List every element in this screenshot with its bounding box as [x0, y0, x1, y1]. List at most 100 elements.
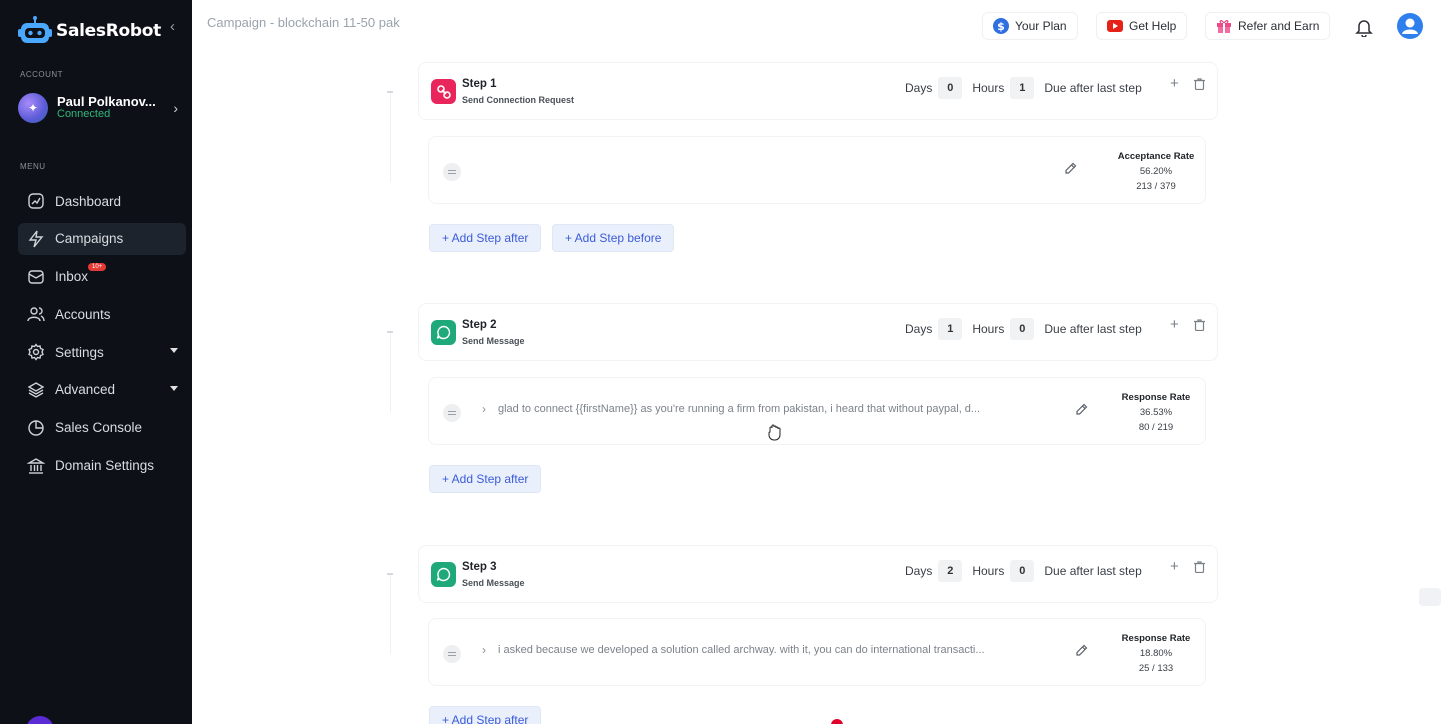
caret-down-icon [170, 385, 178, 391]
add-step-after-button[interactable]: + Add Step after [429, 706, 542, 724]
add-step-before-button[interactable]: + Add Step before [552, 224, 675, 252]
your-plan-button[interactable]: $ Your Plan [982, 12, 1078, 40]
trash-icon[interactable] [1194, 318, 1205, 336]
pie-chart-icon [26, 418, 46, 438]
lightning-icon [26, 229, 46, 249]
step-1-message-card: Acceptance Rate 56.20% 213 / 379 [428, 136, 1206, 204]
user-profile-icon[interactable] [1397, 13, 1423, 39]
chevron-right-icon[interactable]: › [482, 402, 486, 416]
dashboard-icon [26, 191, 46, 211]
days-input[interactable]: 0 [938, 77, 963, 99]
rate-label: Response Rate [1121, 633, 1191, 644]
message-preview[interactable]: i asked because we developed a solution … [498, 644, 1063, 656]
sidebar-item-accounts[interactable]: Accounts [18, 298, 186, 330]
due-label: Due after last step [1044, 322, 1142, 336]
drag-handle-icon[interactable] [443, 404, 461, 422]
message-bubble-icon [431, 320, 456, 345]
days-input[interactable]: 1 [938, 318, 963, 340]
due-label: Due after last step [1044, 81, 1142, 95]
hours-label: Hours [972, 322, 1005, 336]
sidebar-item-settings[interactable]: Settings [18, 336, 186, 368]
rate-ratio: 80 / 219 [1138, 422, 1174, 433]
step-2-message-card: › glad to connect {{firstName}} as you'r… [428, 377, 1206, 445]
message-preview[interactable]: glad to connect {{firstName}} as you're … [498, 403, 1063, 415]
sidebar-item-label: Domain Settings [55, 458, 155, 474]
trash-icon[interactable] [1194, 560, 1205, 578]
step-subtitle: Send Message [462, 336, 525, 346]
days-label: Days [905, 564, 933, 578]
link-icon [431, 79, 456, 104]
add-icon[interactable]: + [1170, 558, 1179, 575]
add-step-after-button[interactable]: + Add Step after [429, 465, 542, 493]
sidebar-item-label: Advanced [55, 382, 116, 398]
sidebar-item-label: Campaigns [55, 231, 124, 247]
gift-icon [1217, 20, 1231, 33]
your-plan-label: Your Plan [1015, 19, 1067, 33]
sidebar-item-label: Settings [55, 344, 104, 360]
drag-handle-icon[interactable] [443, 645, 461, 663]
rate-label: Acceptance Rate [1117, 151, 1195, 162]
account-name: Paul Polkanov... [57, 94, 156, 109]
tree-connector [390, 332, 391, 412]
inbox-count-badge: 10+ [88, 262, 107, 271]
hours-input[interactable]: 0 [1010, 560, 1035, 582]
page-title: Campaign - blockchain 11-50 pak [207, 15, 400, 30]
menu-section-label: MENU [20, 162, 46, 171]
edit-pencil-icon[interactable] [1064, 162, 1077, 180]
account-avatar: ✦ [18, 93, 48, 123]
add-icon[interactable]: + [1170, 316, 1179, 333]
rate-stats: Acceptance Rate 56.20% 213 / 379 [1101, 149, 1211, 194]
step-title: Step 3 [462, 561, 497, 573]
trash-icon[interactable] [1194, 77, 1205, 95]
brand[interactable]: SalesRobot [18, 16, 161, 46]
hours-label: Hours [972, 81, 1005, 95]
edit-pencil-icon[interactable] [1075, 644, 1088, 662]
rate-stats: Response Rate 36.53% 80 / 219 [1101, 390, 1211, 435]
refer-and-earn-button[interactable]: Refer and Earn [1205, 12, 1331, 40]
tree-connector [390, 92, 391, 182]
tree-dot [387, 91, 393, 93]
account-status: Connected [57, 108, 111, 120]
step-1-header: Step 1 Send Connection Request Days 0 Ho… [418, 62, 1218, 120]
days-input[interactable]: 2 [938, 560, 963, 582]
sidebar: SalesRobot ‹ ACCOUNT ✦ Paul Polkanov... … [0, 0, 192, 724]
account-switcher[interactable]: ✦ Paul Polkanov... Connected › [18, 92, 180, 124]
get-help-button[interactable]: Get Help [1096, 12, 1188, 40]
step-timing: Days 0 Hours 1 Due after last step [905, 77, 1142, 99]
sidebar-item-advanced[interactable]: Advanced [18, 374, 186, 406]
drag-handle-icon[interactable] [443, 163, 461, 181]
message-bubble-icon [431, 562, 456, 587]
step-timing: Days 2 Hours 0 Due after last step [905, 560, 1142, 582]
rate-value: 18.80% [1139, 648, 1173, 659]
add-icon[interactable]: + [1170, 75, 1179, 92]
notification-bell-icon[interactable] [1355, 18, 1373, 42]
rate-stats: Response Rate 18.80% 25 / 133 [1101, 631, 1211, 676]
gear-icon [26, 342, 46, 362]
step-subtitle: Send Connection Request [462, 95, 575, 105]
sidebar-item-dashboard[interactable]: Dashboard [18, 185, 186, 217]
hours-input[interactable]: 1 [1010, 77, 1035, 99]
step-3-header: Step 3 Send Message Days 2 Hours 0 Due a… [418, 545, 1218, 603]
tree-dot [387, 331, 393, 333]
collapse-sidebar-icon[interactable]: ‹ [170, 18, 175, 35]
hours-input[interactable]: 0 [1010, 318, 1035, 340]
sidebar-item-inbox[interactable]: Inbox 10+ [18, 261, 186, 293]
rate-value: 56.20% [1139, 166, 1173, 177]
users-icon [26, 304, 46, 324]
edit-pencil-icon[interactable] [1075, 403, 1088, 421]
chat-widget-icon[interactable] [1419, 588, 1441, 606]
brand-name: SalesRobot [56, 21, 161, 41]
sidebar-item-sales-console[interactable]: Sales Console [18, 412, 186, 444]
chevron-right-icon[interactable]: › [482, 643, 486, 657]
sidebar-item-domain-settings[interactable]: Domain Settings [18, 450, 186, 482]
mail-icon [26, 267, 46, 287]
help-chat-avatar[interactable] [26, 716, 54, 724]
step-timing: Days 1 Hours 0 Due after last step [905, 318, 1142, 340]
days-label: Days [905, 322, 933, 336]
rate-ratio: 25 / 133 [1138, 663, 1174, 674]
rate-label: Response Rate [1121, 392, 1191, 403]
sidebar-item-campaigns[interactable]: Campaigns [18, 222, 186, 255]
add-step-after-button[interactable]: + Add Step after [429, 224, 542, 252]
step-title: Step 1 [462, 78, 497, 90]
hand-cursor-icon [767, 424, 783, 446]
